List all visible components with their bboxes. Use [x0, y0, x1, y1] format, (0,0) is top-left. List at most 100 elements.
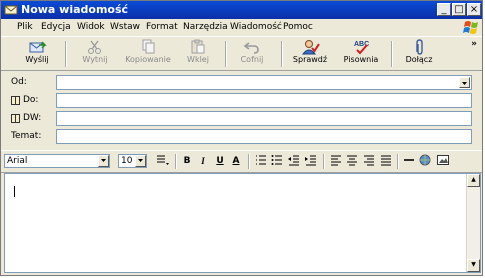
menu-wiadomosc[interactable]: Wiadomość [230, 21, 282, 33]
from-label: Od: [11, 77, 27, 87]
undo-icon [243, 42, 259, 54]
message-headers: Od: Do: DW: Temat: [1, 71, 482, 147]
increase-indent-button[interactable] [303, 154, 319, 168]
title-bar: Nowa wiadomość _ □ × [1, 1, 482, 19]
send-label: Wyślij [25, 55, 49, 64]
menu-plik[interactable]: Plik [17, 21, 33, 33]
formatting-toolbar: Arial 10 B I U A [1, 150, 482, 173]
chevron-down-icon [462, 82, 467, 85]
font-color-button[interactable]: A [228, 154, 244, 168]
send-icon [29, 41, 47, 53]
cc-label[interactable]: DW: [23, 113, 41, 123]
horizontal-line-icon [404, 159, 414, 161]
envelope-icon [4, 5, 18, 15]
toolbar-overflow-chevron[interactable]: » [471, 39, 477, 49]
scroll-down-button[interactable]: ▼ [467, 259, 480, 272]
menu-wstaw[interactable]: Wstaw [110, 21, 140, 33]
bullets-button[interactable] [269, 154, 285, 168]
spelling-label: Pisownia [343, 55, 379, 64]
format-separator [248, 154, 250, 169]
horizontal-line-button[interactable] [401, 154, 417, 168]
align-left-button[interactable] [328, 154, 344, 168]
close-button[interactable]: × [467, 3, 481, 16]
numbered-list-icon [256, 155, 266, 165]
font-name-arrow[interactable] [98, 155, 109, 167]
windows-logo-icon [463, 21, 478, 34]
minimize-button[interactable]: _ [437, 3, 451, 16]
picture-icon [437, 155, 449, 165]
subject-label: Temat: [11, 131, 42, 141]
subject-field[interactable] [56, 129, 472, 144]
bulleted-list-icon [271, 155, 282, 165]
attach-label: Dołącz [405, 55, 433, 64]
cc-field[interactable] [56, 111, 472, 126]
attach-icon [416, 39, 423, 55]
numbering-button[interactable] [253, 154, 269, 168]
svg-text:ABC: ABC [354, 41, 369, 48]
subject-row: Temat: [1, 129, 482, 145]
font-size-value: 10 [121, 156, 133, 166]
chevron-down-icon [101, 159, 106, 162]
main-toolbar: Wyślij Wytnij Kopiowanie Wklej Cofnij Sp… [1, 36, 482, 71]
send-button[interactable]: Wyślij [19, 39, 55, 69]
paragraph-style-button[interactable] [153, 154, 173, 168]
spelling-icon: ABC [354, 41, 369, 55]
menu-pomoc[interactable]: Pomoc [283, 21, 313, 33]
to-field[interactable] [56, 93, 472, 108]
hyperlink-button[interactable] [417, 154, 433, 168]
paste-button[interactable]: Wklej [183, 39, 213, 69]
italic-button[interactable]: I [195, 154, 211, 168]
undo-button[interactable]: Cofnij [235, 39, 269, 69]
insert-picture-button[interactable] [435, 154, 451, 168]
scroll-up-button[interactable]: ▲ [467, 174, 480, 187]
bold-button[interactable]: B [179, 154, 195, 168]
cc-row: DW: [1, 111, 482, 127]
copy-label: Kopiowanie [125, 55, 171, 64]
font-size-select[interactable]: 10 [118, 154, 147, 168]
font-size-arrow[interactable] [135, 155, 146, 167]
text-cursor [14, 186, 15, 197]
align-center-icon [347, 155, 357, 166]
window-title: Nowa wiadomość [21, 3, 129, 16]
increase-indent-icon [305, 155, 316, 166]
maximize-button[interactable]: □ [452, 3, 466, 16]
underline-button[interactable]: U [212, 154, 228, 168]
address-book-icon[interactable] [11, 96, 20, 105]
menu-edycja[interactable]: Edycja [41, 21, 71, 33]
check-names-icon [301, 40, 320, 55]
undo-label: Cofnij [240, 55, 264, 64]
format-separator [397, 154, 399, 169]
menu-narzedzia[interactable]: Narzędzia [183, 21, 228, 33]
menu-format[interactable]: Format [146, 21, 178, 33]
copy-button[interactable]: Kopiowanie [125, 39, 171, 69]
check-names-button[interactable]: Sprawdź [291, 39, 329, 69]
decrease-indent-icon [288, 155, 299, 166]
paste-label: Wklej [187, 55, 209, 64]
menu-bar: Plik Edycja Widok Wstaw Format Narzędzia… [1, 19, 482, 35]
message-body[interactable]: ▲ ▼ [4, 173, 481, 273]
cut-label: Wytnij [82, 55, 108, 64]
attach-button[interactable]: Dołącz [403, 39, 435, 69]
toolbar-separator [65, 41, 67, 67]
from-dropdown-arrow[interactable] [459, 77, 470, 88]
format-separator [175, 154, 177, 169]
copy-icon [142, 39, 155, 54]
decrease-indent-button[interactable] [286, 154, 302, 168]
compose-window: Nowa wiadomość _ □ × Plik Edycja Widok W… [0, 0, 483, 276]
to-label[interactable]: Do: [23, 95, 38, 105]
from-dropdown[interactable] [56, 75, 472, 90]
spelling-button[interactable]: ABC Pisownia [341, 39, 381, 69]
vertical-scrollbar[interactable]: ▲ ▼ [466, 174, 480, 272]
address-book-icon[interactable] [11, 114, 20, 123]
justify-button[interactable] [378, 154, 394, 168]
format-separator [323, 154, 325, 169]
menu-widok[interactable]: Widok [77, 21, 105, 33]
font-name-select[interactable]: Arial [4, 154, 110, 168]
font-name-value: Arial [7, 156, 28, 166]
from-row: Od: [1, 75, 482, 91]
align-right-button[interactable] [361, 154, 377, 168]
align-left-icon [331, 155, 341, 166]
cut-button[interactable]: Wytnij [75, 39, 115, 69]
align-center-button[interactable] [344, 154, 360, 168]
justify-icon [381, 155, 391, 166]
